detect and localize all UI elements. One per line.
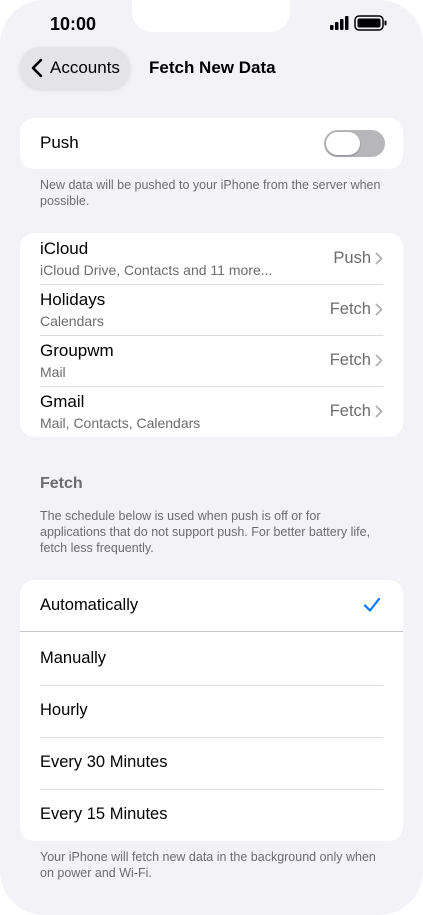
fetch-option-hourly[interactable]: Hourly <box>20 685 403 737</box>
push-footnote: New data will be pushed to your iPhone f… <box>40 178 381 208</box>
chevron-right-icon <box>375 303 383 316</box>
back-button[interactable]: Accounts <box>20 47 130 89</box>
account-mode: Fetch <box>329 351 371 369</box>
signal-bars-icon <box>330 16 349 30</box>
option-label: Automatically <box>40 596 139 614</box>
option-label: Hourly <box>40 701 88 719</box>
fetch-option-every-30-minutes[interactable]: Every 30 Minutes <box>20 737 403 789</box>
toggle-knob <box>326 132 360 155</box>
option-label: Every 30 Minutes <box>40 753 168 771</box>
chevron-right-icon <box>375 405 383 418</box>
checkmark-icon <box>363 597 381 612</box>
account-name: Gmail <box>40 392 85 411</box>
account-name: Groupwm <box>40 341 114 360</box>
account-detail: Mail <box>40 364 66 380</box>
dynamic-island <box>132 0 290 32</box>
phone-screen: 10:00 Accounts Fetch New Data Push New d… <box>0 0 423 915</box>
option-label: Every 15 Minutes <box>40 805 168 823</box>
chevron-right-icon <box>375 354 383 367</box>
account-detail: iCloud Drive, Contacts and 11 more... <box>40 262 273 278</box>
account-detail: Mail, Contacts, Calendars <box>40 415 201 431</box>
option-label: Manually <box>40 649 107 667</box>
fetch-footnote: Your iPhone will fetch new data in the b… <box>40 850 376 880</box>
account-detail: Calendars <box>40 313 104 329</box>
push-toggle[interactable] <box>324 130 385 157</box>
chevron-left-icon <box>31 58 43 78</box>
chevron-right-icon <box>375 252 383 265</box>
fetch-options-list: Automatically Manually Hourly Every 30 M… <box>20 580 403 841</box>
account-mode: Fetch <box>329 402 371 420</box>
back-button-label: Accounts <box>50 58 120 77</box>
account-row-gmail[interactable]: Gmail Mail, Contacts, Calendars Fetch <box>20 386 403 437</box>
push-card: Push <box>20 118 403 169</box>
account-name: iCloud <box>40 239 89 258</box>
fetch-description: The schedule below is used when push is … <box>40 509 371 555</box>
fetch-option-manually[interactable]: Manually <box>20 633 403 685</box>
fetch-option-every-15-minutes[interactable]: Every 15 Minutes <box>20 789 403 841</box>
divider <box>20 631 403 632</box>
account-mode: Push <box>333 249 371 267</box>
account-name: Holidays <box>40 290 106 309</box>
account-row-holidays[interactable]: Holidays Calendars Fetch <box>20 284 403 335</box>
account-row-groupwm[interactable]: Groupwm Mail Fetch <box>20 335 403 386</box>
status-icons <box>330 15 387 31</box>
fetch-section-header: Fetch <box>40 475 83 492</box>
account-mode: Fetch <box>329 300 371 318</box>
fetch-option-automatically[interactable]: Automatically <box>20 580 403 632</box>
accounts-list: iCloud iCloud Drive, Contacts and 11 mor… <box>20 233 403 437</box>
status-time: 10:00 <box>50 14 97 34</box>
page-title: Fetch New Data <box>149 58 276 77</box>
account-row-icloud[interactable]: iCloud iCloud Drive, Contacts and 11 mor… <box>20 233 403 284</box>
push-label: Push <box>40 133 79 152</box>
battery-icon <box>354 15 387 31</box>
